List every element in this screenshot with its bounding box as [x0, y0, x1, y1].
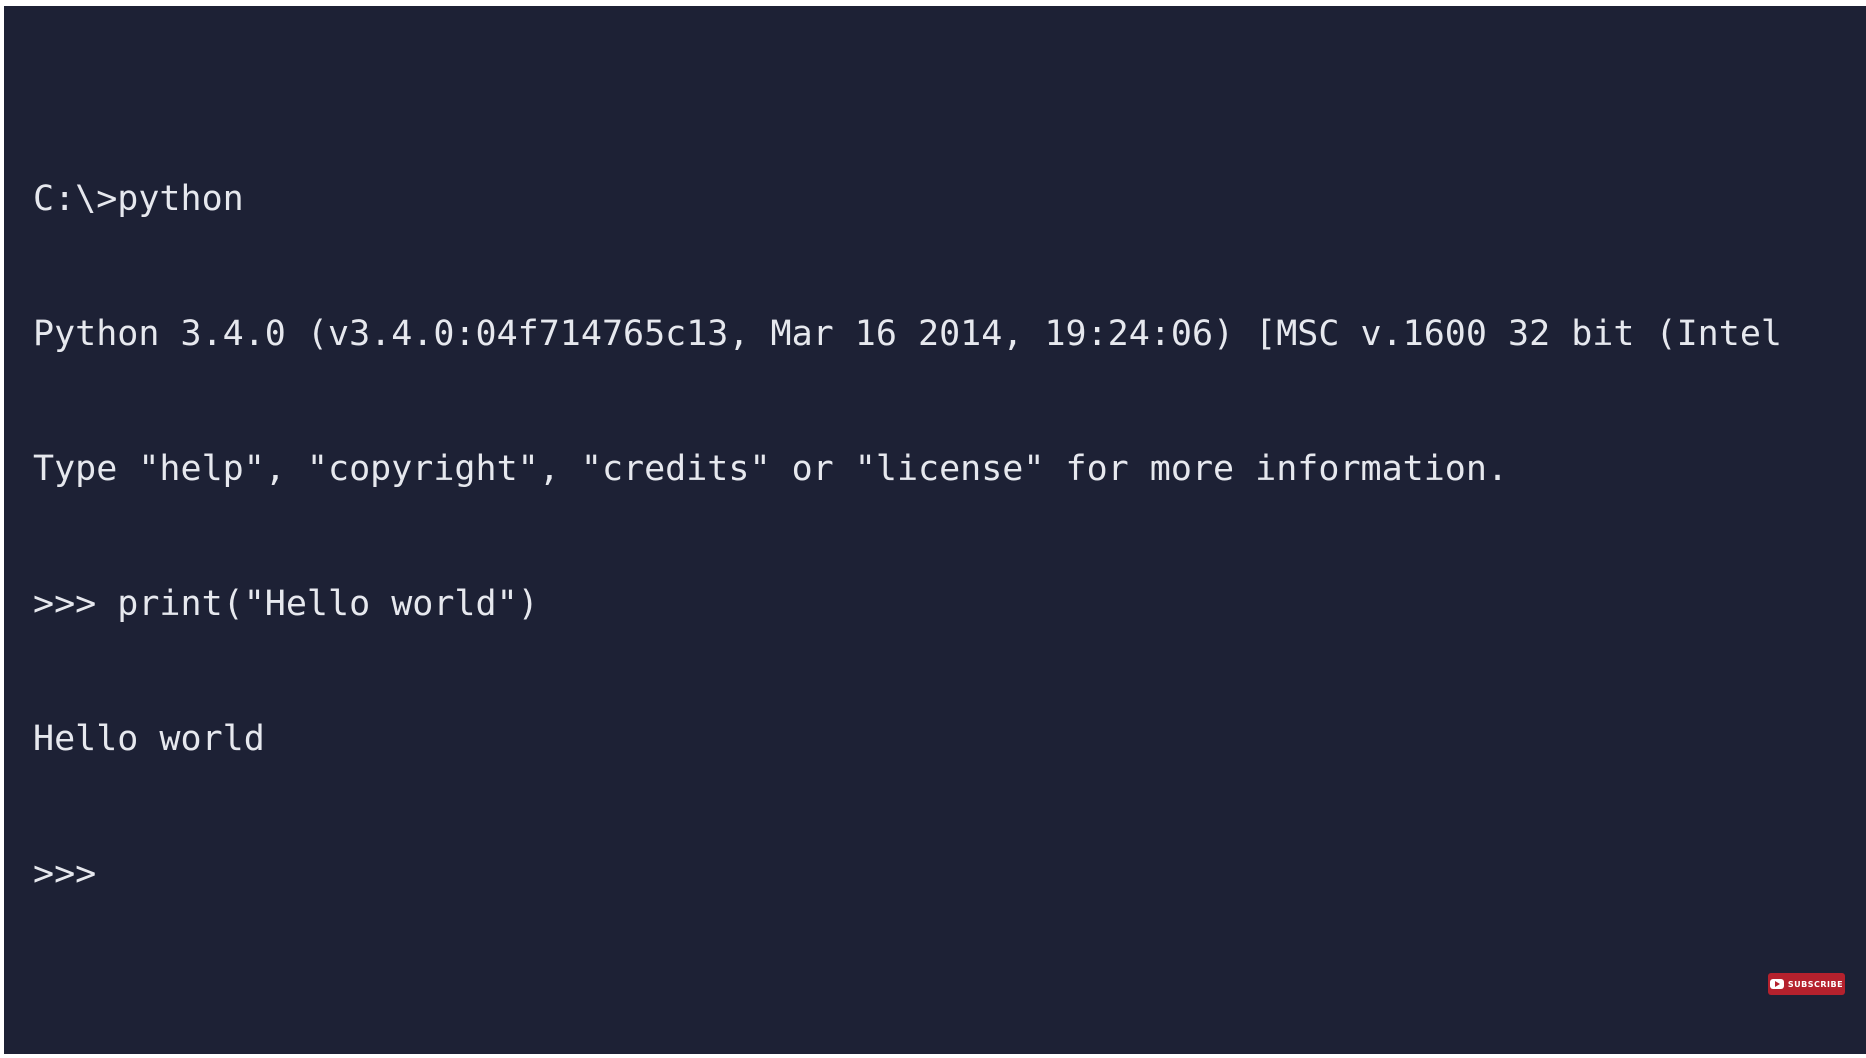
console-line-output: Hello world — [33, 719, 265, 759]
console-line-command: C:\>python — [33, 179, 244, 219]
console-line-help: Type "help", "copyright", "credits" or "… — [33, 449, 1509, 489]
console-output[interactable]: C:\>python Python 3.4.0 (v3.4.0:04f71476… — [33, 87, 1866, 987]
subscribe-label: SUBSCRIBE — [1787, 979, 1844, 989]
console-line-print: >>> print("Hello world") — [33, 584, 539, 624]
terminal-window: C:\>python Python 3.4.0 (v3.4.0:04f71476… — [4, 6, 1866, 1054]
youtube-play-icon — [1769, 979, 1784, 989]
console-prompt[interactable]: >>> — [33, 852, 1866, 897]
subscribe-button[interactable]: SUBSCRIBE — [1768, 973, 1845, 995]
console-line-version: Python 3.4.0 (v3.4.0:04f714765c13, Mar 1… — [33, 314, 1782, 354]
